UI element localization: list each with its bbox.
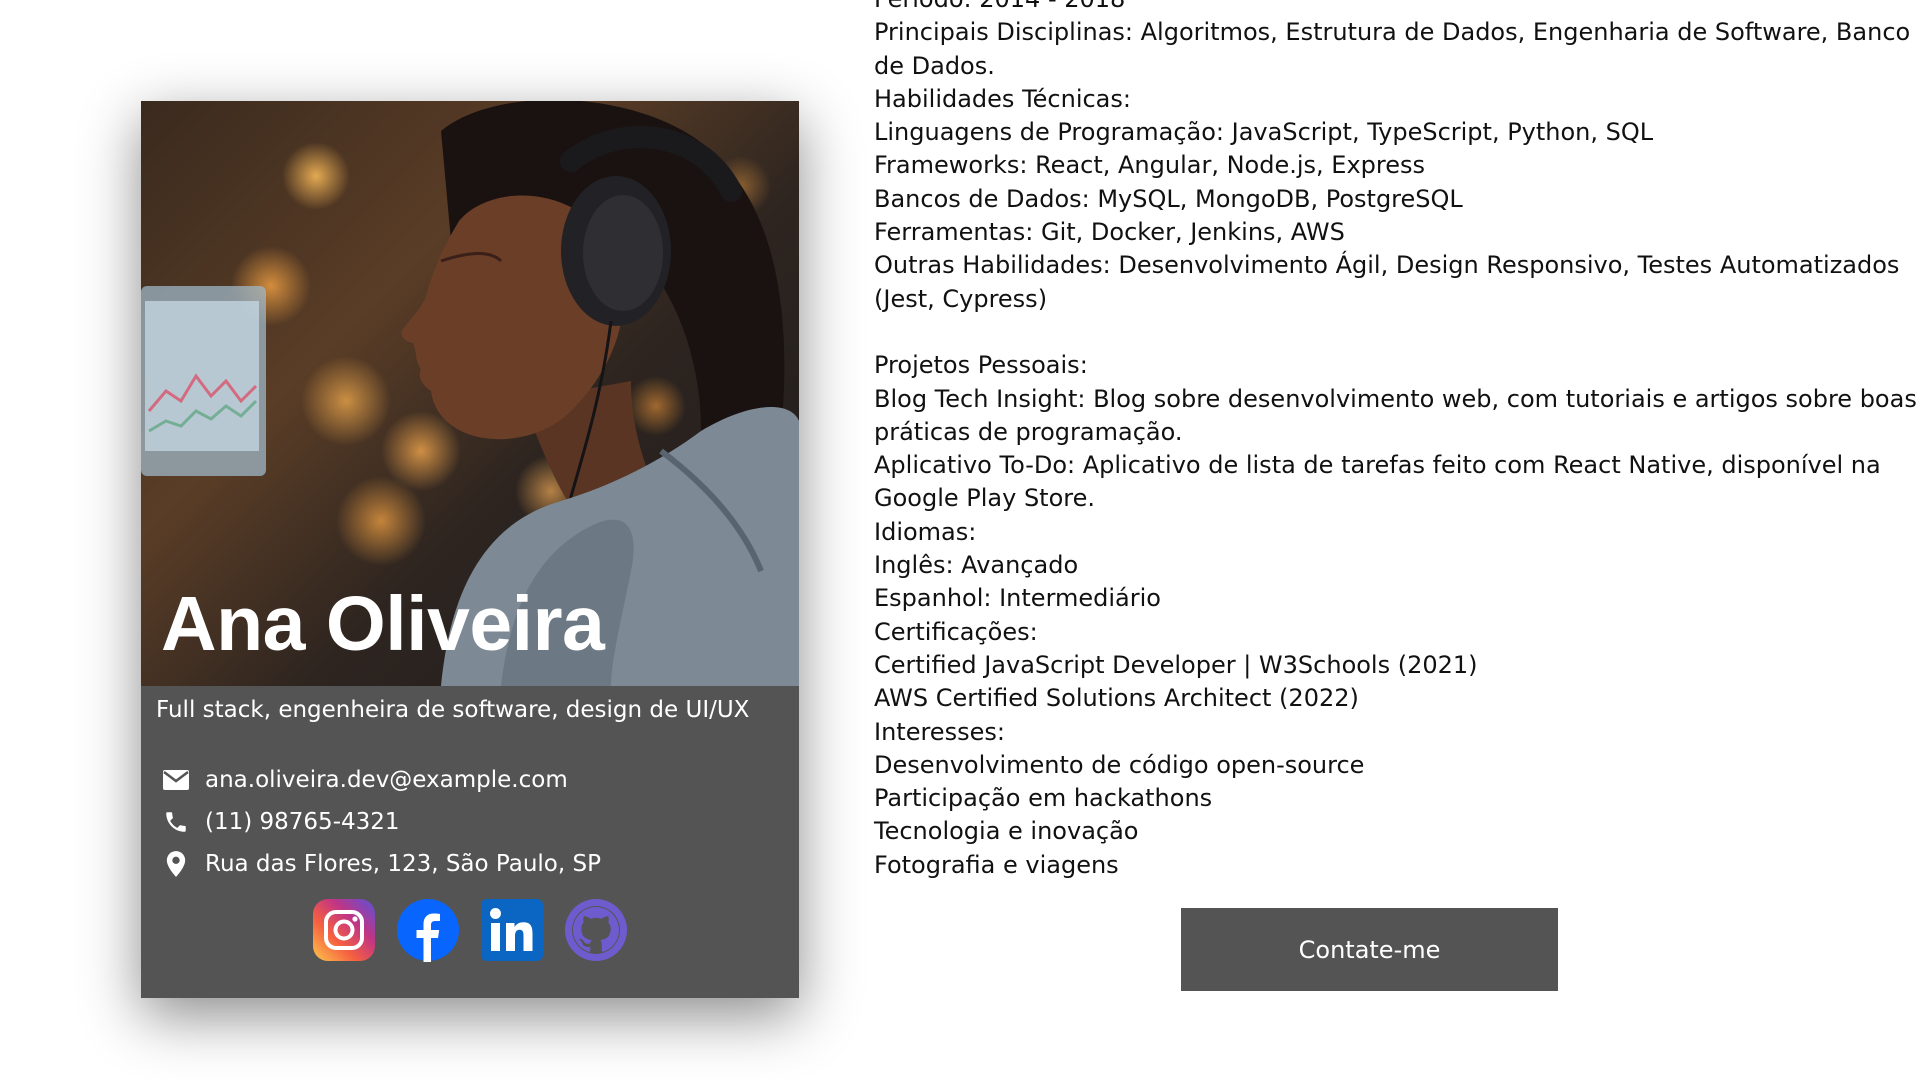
resume-line: Blog Tech Insight: Blog sobre desenvolvi… bbox=[874, 384, 1917, 413]
resume-line: Ferramentas: Git, Docker, Jenkins, AWS bbox=[874, 218, 1345, 247]
social-links bbox=[141, 898, 799, 962]
contact-phone-text: (11) 98765-4321 bbox=[205, 809, 400, 835]
mail-icon bbox=[161, 765, 191, 795]
resume-line: Participação em hackathons bbox=[874, 784, 1213, 813]
resume-line: Desenvolvimento de código open-source bbox=[874, 750, 1365, 779]
resume-line: Frameworks: React, Angular, Node.js, Exp… bbox=[874, 151, 1425, 180]
profile-name: Ana Oliveira bbox=[161, 581, 605, 667]
resume-line: (Jest, Cypress) bbox=[874, 284, 1048, 313]
resume-details: Período: 2014 - 2018 Principais Disciplin… bbox=[874, 0, 1917, 882]
location-pin-icon bbox=[161, 849, 191, 879]
resume-line: Google Play Store. bbox=[874, 484, 1096, 513]
resume-line: Certificações: bbox=[874, 617, 1038, 646]
resume-blank-line bbox=[874, 316, 1874, 349]
resume-line: Habilidades Técnicas: bbox=[874, 84, 1131, 113]
profile-card: Ana Oliveira Full stack, engenheira de s… bbox=[141, 101, 799, 998]
resume-line: Linguagens de Programação: JavaScript, T… bbox=[874, 118, 1654, 147]
phone-icon bbox=[161, 807, 191, 837]
resume-line: práticas de programação. bbox=[874, 417, 1183, 446]
instagram-icon[interactable] bbox=[312, 898, 376, 962]
contact-me-button[interactable]: Contate-me bbox=[1181, 908, 1558, 991]
resume-line: Bancos de Dados: MySQL, MongoDB, Postgre… bbox=[874, 184, 1463, 213]
resume-line: Idiomas: bbox=[874, 517, 977, 546]
resume-line: Inglês: Avançado bbox=[874, 551, 1079, 580]
resume-line: Certified JavaScript Developer | W3Schoo… bbox=[874, 650, 1478, 679]
resume-line: Projetos Pessoais: bbox=[874, 351, 1088, 380]
profile-tagline: Full stack, engenheira de software, desi… bbox=[156, 697, 750, 723]
resume-line: AWS Certified Solutions Architect (2022) bbox=[874, 684, 1359, 713]
contact-address-text: Rua das Flores, 123, São Paulo, SP bbox=[205, 851, 601, 877]
resume-line: Principais Disciplinas: Algoritmos, Estr… bbox=[874, 18, 1911, 47]
contact-address: Rua das Flores, 123, São Paulo, SP bbox=[161, 847, 601, 881]
resume-line: Outras Habilidades: Desenvolvimento Ágil… bbox=[874, 251, 1900, 280]
resume-line: Espanhol: Intermediário bbox=[874, 584, 1161, 613]
contact-email[interactable]: ana.oliveira.dev@example.com bbox=[161, 763, 568, 797]
resume-page: Ana Oliveira Full stack, engenheira de s… bbox=[0, 0, 1920, 1080]
profile-photo: Ana Oliveira bbox=[141, 101, 799, 686]
contact-email-text: ana.oliveira.dev@example.com bbox=[205, 767, 568, 793]
resume-line: de Dados. bbox=[874, 51, 995, 80]
resume-line: Período: 2014 - 2018 bbox=[874, 0, 1874, 16]
contact-phone[interactable]: (11) 98765-4321 bbox=[161, 805, 400, 839]
facebook-icon[interactable] bbox=[396, 898, 460, 962]
resume-line: Tecnologia e inovação bbox=[874, 817, 1139, 846]
linkedin-icon[interactable] bbox=[480, 898, 544, 962]
resume-line: Fotografia e viagens bbox=[874, 850, 1119, 879]
resume-line: Aplicativo To-Do: Aplicativo de lista de… bbox=[874, 451, 1881, 480]
github-icon[interactable] bbox=[564, 898, 628, 962]
resume-line: Interesses: bbox=[874, 717, 1005, 746]
